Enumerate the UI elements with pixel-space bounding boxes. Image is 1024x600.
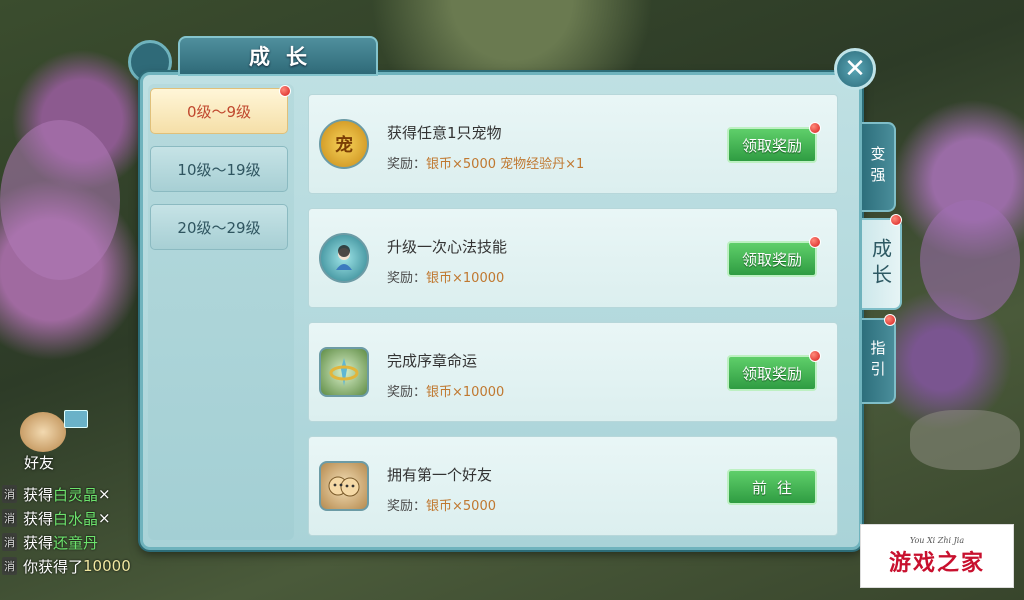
claim-reward-label: 领取奖励 [741, 364, 802, 383]
chat-item: 还童丹 [53, 533, 99, 552]
notification-dot-icon [279, 85, 291, 97]
chat-item: 白灵晶 [53, 485, 99, 504]
task-title: 升级一次心法技能 [387, 238, 508, 256]
side-tab-become-stronger[interactable]: 变强 [862, 122, 896, 212]
reward-prefix: 奖励： [387, 157, 427, 172]
level-tab-label: 10级～19级 [177, 160, 261, 179]
chat-line: 消 获得 白灵晶 × [2, 482, 142, 506]
claim-reward-label: 领取奖励 [741, 136, 802, 155]
level-tab-label: 0级～9级 [186, 102, 252, 121]
background-flowers [0, 120, 120, 280]
task-card: 完成序章命运 奖励：银币×10000 领取奖励 [308, 322, 838, 422]
reward-prefix: 奖励： [387, 385, 427, 400]
claim-reward-button[interactable]: 领取奖励 [727, 122, 821, 163]
task-card: 拥有第一个好友 奖励：银币×5000 前往 [308, 436, 838, 536]
reward-value: 银币×10000 [426, 385, 505, 400]
task-reward: 奖励：银币×10000 [387, 381, 504, 400]
task-list: 宠 获得任意1只宠物 奖励：银币×5000 宠物经验丹×1 领取奖励 升级一次心… [308, 94, 838, 550]
claim-reward-button[interactable]: 领取奖励 [727, 236, 821, 277]
chat-tag: 消 [2, 533, 17, 551]
chat-suffix: × [98, 485, 111, 503]
claim-reward-label: 领取奖励 [741, 250, 802, 269]
background-stone [910, 410, 1020, 470]
level-tab-label: 20级～29级 [177, 218, 261, 237]
chat-prefix: 获得 [23, 485, 54, 504]
chat-suffix: × [98, 509, 111, 527]
friend-icon [319, 461, 369, 511]
task-card: 宠 获得任意1只宠物 奖励：银币×5000 宠物经验丹×1 领取奖励 [308, 94, 838, 194]
level-tab-10-19[interactable]: 10级～19级 [150, 146, 288, 192]
task-title: 拥有第一个好友 [387, 466, 493, 484]
close-icon: ✕ [844, 54, 866, 84]
chat-prefix: 获得 [23, 533, 54, 552]
panel-title: 成长 [249, 44, 323, 69]
notification-dot-icon [809, 350, 821, 362]
level-tab-20-29[interactable]: 20级～29级 [150, 204, 288, 250]
chat-line: 消 获得 白水晶 × [2, 506, 142, 530]
fate-icon [319, 347, 369, 397]
chat-line: 消 你获得了 10000 [2, 554, 142, 578]
reward-value: 银币×10000 [426, 271, 505, 286]
reward-value: 银币×5000 宠物经验丹×1 [426, 157, 585, 172]
panel-title-tab: 成长 [178, 36, 378, 76]
chat-tag: 消 [2, 485, 17, 503]
pet-icon: 宠 [319, 119, 369, 169]
go-to-label: 前往 [751, 478, 802, 497]
chat-item: 白水晶 [53, 509, 99, 528]
notification-dot-icon [890, 214, 902, 226]
reward-prefix: 奖励： [387, 499, 427, 514]
task-title: 完成序章命运 [387, 352, 478, 370]
chat-tag: 消 [2, 557, 17, 575]
site-logo: You Xi Zhi Jia 游戏之家 [860, 524, 1014, 588]
chat-item: 10000 [83, 557, 131, 575]
pet-icon-glyph: 宠 [335, 135, 353, 156]
chat-line: 消 获得 还童丹 [2, 530, 142, 554]
reward-prefix: 奖励： [387, 271, 427, 286]
friend-label: 好友 [24, 454, 55, 472]
skill-icon [319, 233, 369, 283]
side-tab-label: 指引 [868, 340, 887, 382]
task-reward: 奖励：银币×5000 宠物经验丹×1 [387, 153, 584, 172]
chat-log[interactable]: 消 获得 白灵晶 × 消 获得 白水晶 × 消 获得 还童丹 消 你获得了 10… [2, 482, 142, 578]
chat-prefix: 你获得了 [23, 557, 84, 576]
go-to-button[interactable]: 前往 [727, 469, 817, 505]
mail-icon[interactable] [64, 410, 88, 428]
task-title: 获得任意1只宠物 [387, 124, 502, 142]
notification-dot-icon [809, 236, 821, 248]
level-list: 0级～9级 10级～19级 20级～29级 [150, 85, 291, 262]
task-reward: 奖励：银币×10000 [387, 267, 504, 286]
side-tab-growth[interactable]: 成长 [862, 214, 902, 310]
notification-dot-icon [884, 314, 896, 326]
friend-avatar-icon [20, 412, 66, 452]
reward-value: 银币×5000 [426, 499, 496, 514]
notification-dot-icon [809, 122, 821, 134]
close-button[interactable]: ✕ [834, 48, 876, 90]
side-tab-guide[interactable]: 指引 [862, 314, 896, 404]
logo-title: 游戏之家 [888, 549, 985, 576]
logo-subtitle: You Xi Zhi Jia [909, 535, 965, 545]
task-card: 升级一次心法技能 奖励：银币×10000 领取奖励 [308, 208, 838, 308]
background-flowers [920, 200, 1020, 320]
side-tab-label: 变强 [868, 146, 887, 188]
claim-reward-button[interactable]: 领取奖励 [727, 350, 821, 391]
chat-prefix: 获得 [23, 509, 54, 528]
level-tab-0-9[interactable]: 0级～9级 [150, 85, 291, 134]
chat-tag: 消 [2, 509, 17, 527]
side-tab-label: 成长 [868, 238, 893, 290]
task-reward: 奖励：银币×5000 [387, 495, 496, 514]
